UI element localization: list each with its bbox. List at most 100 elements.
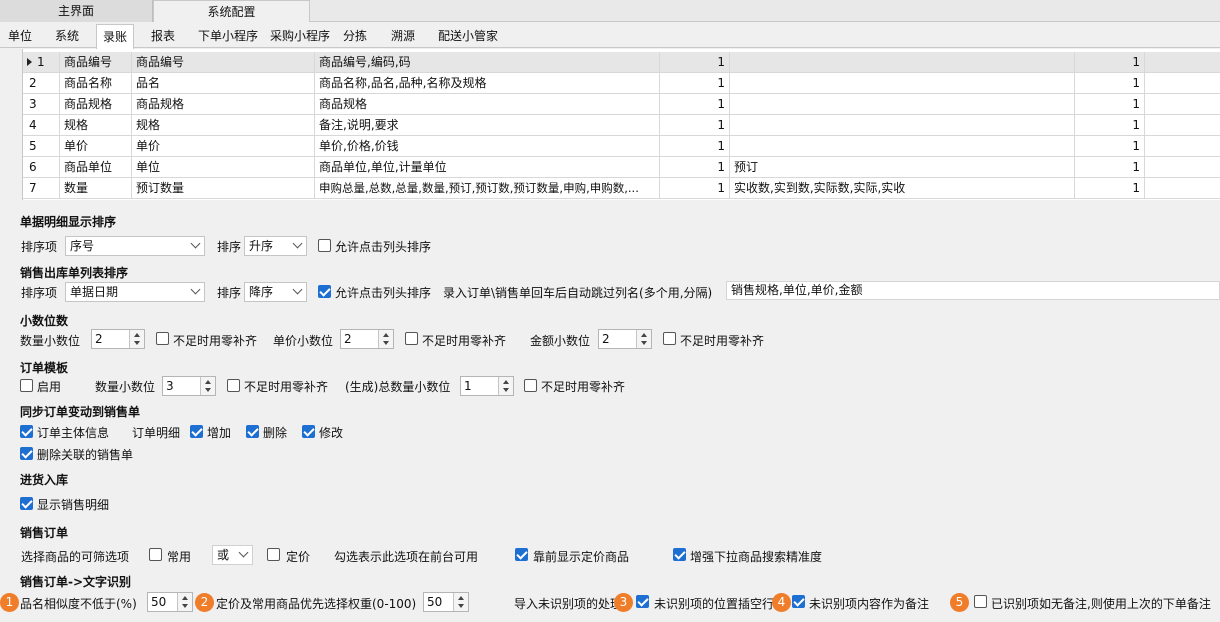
cell-field[interactable]: 商品编号 [60, 52, 132, 73]
tab-main[interactable]: 主界面 [0, 0, 153, 22]
cell-v2[interactable]: 1 [1075, 157, 1145, 178]
front-price-checkbox[interactable] [515, 548, 528, 561]
amount-decimal-stepper[interactable]: 2 [598, 329, 652, 349]
cell-field[interactable]: 规格 [60, 115, 132, 136]
cell-name[interactable]: 品名 [132, 73, 315, 94]
spin-buttons[interactable] [177, 593, 192, 611]
spin-down-icon[interactable] [503, 388, 509, 392]
cell-name[interactable]: 商品编号 [132, 52, 315, 73]
spin-down-icon[interactable] [134, 341, 140, 345]
table-row[interactable]: 5 单价 单价 单价,价格,价钱 1 1 [23, 136, 1220, 157]
cell-v2[interactable]: 1 [1075, 73, 1145, 94]
sync-delete-linked-checkbox[interactable] [20, 447, 33, 460]
price-checkbox[interactable] [267, 548, 280, 561]
cell-v2[interactable]: 1 [1075, 178, 1145, 199]
table-row[interactable]: 1 商品编号 商品编号 商品编号,编码,码 1 1 [23, 52, 1220, 73]
qty-pad-checkbox[interactable] [156, 332, 169, 345]
last-remark-checkbox[interactable] [974, 595, 987, 608]
subtab-bookkeeping[interactable]: 录账 [96, 24, 135, 50]
cell-aliases[interactable]: 商品编号,编码,码 [315, 52, 660, 73]
as-remark-checkbox[interactable] [792, 595, 805, 608]
cell-v1[interactable]: 1 [660, 115, 730, 136]
cell-extra[interactable] [730, 115, 1075, 136]
spin-up-icon[interactable] [182, 596, 188, 600]
cell-extra[interactable] [730, 136, 1075, 157]
table-row[interactable]: 3 商品规格 商品规格 商品规格 1 1 [23, 94, 1220, 115]
cell-extra[interactable] [730, 94, 1075, 115]
tab-system-config[interactable]: 系统配置 [153, 0, 310, 23]
spin-up-icon[interactable] [383, 333, 389, 337]
table-row[interactable]: 4 规格 规格 备注,说明,要求 1 1 [23, 115, 1220, 136]
cell-v1[interactable]: 1 [660, 136, 730, 157]
weight-stepper[interactable]: 50 [423, 592, 469, 612]
cell-v1[interactable]: 1 [660, 73, 730, 94]
order-tpl-gen-stepper[interactable]: 1 [460, 376, 514, 396]
subtab-trace[interactable]: 溯源 [391, 27, 415, 44]
cell-field[interactable]: 商品名称 [60, 73, 132, 94]
subtab-unit[interactable]: 单位 [8, 27, 32, 44]
detail-sort-item-select[interactable]: 序号 [65, 236, 205, 256]
cell-extra[interactable]: 预订 [730, 157, 1075, 178]
cell-v1[interactable]: 1 [660, 52, 730, 73]
cell-aliases[interactable]: 商品名称,品名,品种,名称及规格 [315, 73, 660, 94]
cell-v1[interactable]: 1 [660, 157, 730, 178]
detail-order-select[interactable]: 升序 [244, 236, 307, 256]
subtab-report[interactable]: 报表 [151, 27, 175, 44]
cell-name[interactable]: 商品规格 [132, 94, 315, 115]
sync-delete-checkbox[interactable] [246, 425, 259, 438]
cell-name[interactable]: 规格 [132, 115, 315, 136]
similarity-stepper[interactable]: 50 [147, 592, 193, 612]
cell-field[interactable]: 商品规格 [60, 94, 132, 115]
cell-aliases[interactable]: 备注,说明,要求 [315, 115, 660, 136]
cell-aliases[interactable]: 申购总量,总数,总量,数量,预订,预订数,预订数量,申购,申购数,... [315, 178, 660, 199]
spin-up-icon[interactable] [205, 380, 211, 384]
cell-v2[interactable]: 1 [1075, 94, 1145, 115]
common-checkbox[interactable] [149, 548, 162, 561]
subtab-sorting[interactable]: 分拣 [343, 27, 367, 44]
order-tpl-gen-pad-checkbox[interactable] [524, 379, 537, 392]
cell-v2[interactable]: 1 [1075, 115, 1145, 136]
spin-down-icon[interactable] [458, 604, 464, 608]
spin-up-icon[interactable] [503, 380, 509, 384]
order-tpl-enable-checkbox[interactable] [20, 379, 33, 392]
spin-buttons[interactable] [200, 377, 215, 395]
subtab-order-miniapp[interactable]: 下单小程序 [198, 27, 258, 44]
enhance-search-checkbox[interactable] [673, 548, 686, 561]
spin-down-icon[interactable] [383, 341, 389, 345]
spin-down-icon[interactable] [182, 604, 188, 608]
cell-v1[interactable]: 1 [660, 94, 730, 115]
cell-v1[interactable]: 1 [660, 178, 730, 199]
out-sort-item-select[interactable]: 单据日期 [65, 282, 205, 302]
out-order-select[interactable]: 降序 [244, 282, 307, 302]
spin-buttons[interactable] [378, 330, 393, 348]
spin-up-icon[interactable] [458, 596, 464, 600]
spin-down-icon[interactable] [205, 388, 211, 392]
subtab-purchase-miniapp[interactable]: 采购小程序 [270, 27, 330, 44]
order-tpl-qty-stepper[interactable]: 3 [162, 376, 216, 396]
cell-name[interactable]: 单位 [132, 157, 315, 178]
spin-down-icon[interactable] [641, 341, 647, 345]
cell-v2[interactable]: 1 [1075, 52, 1145, 73]
table-row[interactable]: 2 商品名称 品名 商品名称,品名,品种,名称及规格 1 1 [23, 73, 1220, 94]
or-select[interactable]: 或 [212, 545, 253, 565]
spin-buttons[interactable] [129, 330, 144, 348]
qty-decimal-stepper[interactable]: 2 [91, 329, 145, 349]
spin-buttons[interactable] [498, 377, 513, 395]
cell-name[interactable]: 单价 [132, 136, 315, 157]
spin-up-icon[interactable] [641, 333, 647, 337]
cell-field[interactable]: 数量 [60, 178, 132, 199]
spin-buttons[interactable] [636, 330, 651, 348]
sync-main-checkbox[interactable] [20, 425, 33, 438]
cell-aliases[interactable]: 商品规格 [315, 94, 660, 115]
cell-extra[interactable]: 实收数,实到数,实际数,实际,实收 [730, 178, 1075, 199]
table-row[interactable]: 6 商品单位 单位 商品单位,单位,计量单位 1 预订 1 [23, 157, 1220, 178]
cell-extra[interactable] [730, 73, 1075, 94]
blank-line-checkbox[interactable] [636, 595, 649, 608]
cell-field[interactable]: 单价 [60, 136, 132, 157]
cell-aliases[interactable]: 商品单位,单位,计量单位 [315, 157, 660, 178]
sync-add-checkbox[interactable] [190, 425, 203, 438]
amount-pad-checkbox[interactable] [663, 332, 676, 345]
price-pad-checkbox[interactable] [405, 332, 418, 345]
cell-name[interactable]: 预订数量 [132, 178, 315, 199]
detail-allow-sort-checkbox[interactable] [318, 239, 331, 252]
